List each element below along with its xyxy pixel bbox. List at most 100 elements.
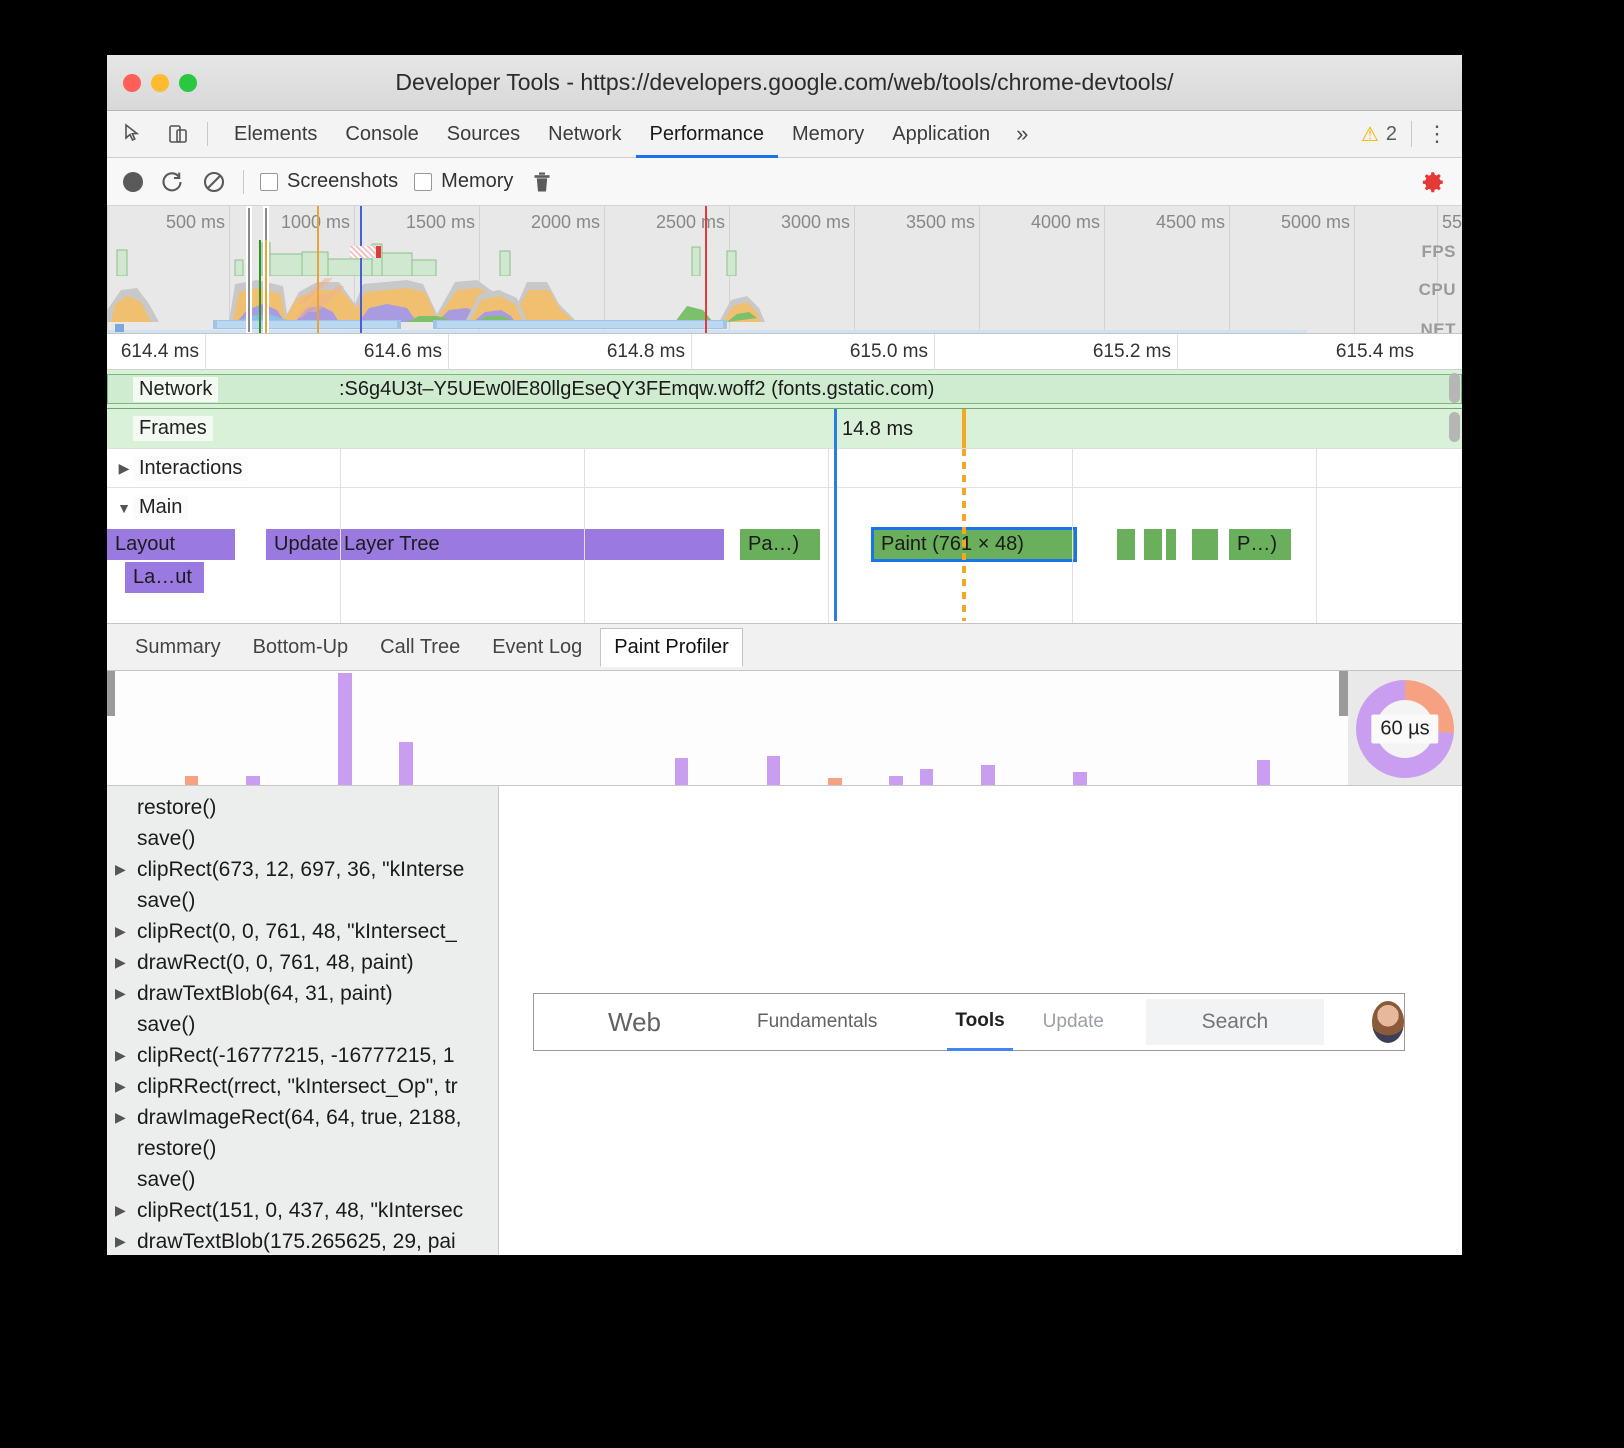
track-main[interactable]: ▼ Main — [107, 488, 1462, 527]
inspect-element-icon[interactable] — [117, 117, 151, 151]
device-toolbar-icon[interactable] — [161, 117, 195, 151]
timeline-overview[interactable]: 500 ms 1000 ms 1500 ms 2000 ms 2500 ms 3… — [107, 206, 1462, 334]
minimize-window-button[interactable] — [151, 74, 169, 92]
paint-op-row[interactable]: ▶clipRRect(rrect, "kIntersect_Op", tr — [107, 1071, 498, 1102]
chevron-right-icon[interactable]: ▶ — [115, 861, 137, 878]
paint-op-list[interactable]: ▶restore()▶save()▶clipRect(673, 12, 697,… — [107, 786, 499, 1255]
tab-performance[interactable]: Performance — [636, 111, 779, 158]
histogram-bar[interactable] — [981, 765, 995, 785]
paint-op-label: drawTextBlob(64, 31, paint) — [137, 982, 393, 1006]
track-interactions[interactable]: ▶ Interactions — [107, 449, 1462, 488]
flame-bar-paint-1[interactable] — [1117, 529, 1135, 560]
memory-label: Memory — [441, 170, 513, 193]
histogram-bar[interactable] — [185, 776, 199, 785]
overview-selection-handle-left[interactable] — [246, 206, 252, 334]
tab-console[interactable]: Console — [331, 111, 432, 158]
histogram-bar[interactable] — [1257, 760, 1271, 785]
histogram-bar[interactable] — [920, 769, 934, 785]
paint-op-row[interactable]: ▶drawImageRect(64, 64, true, 2188, — [107, 1102, 498, 1133]
paint-op-row[interactable]: ▶drawTextBlob(64, 31, paint) — [107, 978, 498, 1009]
checkbox-box[interactable] — [414, 173, 432, 191]
chevron-right-icon[interactable]: ▶ — [115, 1078, 137, 1095]
flame-bar-paint-selected[interactable]: Paint (761 × 48) — [873, 529, 1075, 560]
clear-icon[interactable] — [201, 169, 227, 195]
paint-op-row[interactable]: ▶restore() — [107, 792, 498, 823]
tab-call-tree[interactable]: Call Tree — [366, 629, 474, 666]
reload-and-record-icon[interactable] — [159, 169, 185, 195]
chevron-right-icon[interactable]: ▶ — [115, 1109, 137, 1126]
tab-memory[interactable]: Memory — [778, 111, 878, 158]
histogram-bar[interactable] — [246, 776, 260, 785]
chevron-right-icon[interactable]: ▶ — [115, 1202, 137, 1219]
flame-bar-paint-4[interactable] — [1192, 529, 1218, 560]
tabstrip-right-controls: ⚠ 2 ⋮ — [1361, 121, 1462, 147]
paint-op-row[interactable]: ▶restore() — [107, 1133, 498, 1164]
chevron-down-icon[interactable]: ▼ — [115, 500, 133, 516]
warning-badge[interactable]: ⚠ 2 — [1361, 122, 1397, 147]
track-frames[interactable]: ▶ Frames 14.8 ms — [107, 409, 1462, 449]
tab-application[interactable]: Application — [878, 111, 1004, 158]
close-window-button[interactable] — [123, 74, 141, 92]
paint-op-row[interactable]: ▶save() — [107, 885, 498, 916]
histogram-bar[interactable] — [767, 756, 781, 785]
paint-op-row[interactable]: ▶save() — [107, 823, 498, 854]
chevron-right-icon[interactable]: ▶ — [115, 985, 137, 1002]
paint-op-row[interactable]: ▶save() — [107, 1009, 498, 1040]
paint-op-row[interactable]: ▶drawRect(0, 0, 761, 48, paint) — [107, 947, 498, 978]
checkbox-box[interactable] — [260, 173, 278, 191]
histogram-scroll-left[interactable] — [107, 671, 115, 716]
paint-op-row[interactable]: ▶clipRect(-16777215, -16777215, 1 — [107, 1040, 498, 1071]
histogram-bar[interactable] — [828, 778, 842, 785]
chevron-right-icon[interactable]: ▶ — [115, 954, 137, 971]
paint-preview-canvas[interactable]: Web Fundamentals Tools Update Search — [499, 786, 1462, 1255]
chevron-right-icon[interactable]: ▶ — [115, 923, 137, 940]
chevron-right-icon[interactable]: ▶ — [115, 1233, 137, 1250]
maximize-window-button[interactable] — [179, 74, 197, 92]
more-tabs-icon[interactable]: » — [1004, 121, 1040, 147]
vertical-scrollbar[interactable] — [1449, 412, 1460, 442]
chevron-right-icon[interactable]: ▶ — [115, 460, 133, 477]
histogram-bar[interactable] — [889, 776, 903, 785]
histogram-bar[interactable] — [675, 758, 689, 785]
histogram-bar[interactable] — [399, 742, 413, 785]
main-flame-chart[interactable]: Layout Update Layer Tree Pa…) Paint (761… — [107, 527, 1462, 623]
record-button[interactable] — [123, 172, 143, 192]
flame-bar-paint-5[interactable]: P…) — [1229, 529, 1291, 560]
histogram-bars[interactable] — [115, 671, 1340, 785]
donut-total-label: 60 µs — [1371, 714, 1438, 743]
histogram-bar[interactable] — [1073, 772, 1087, 785]
track-network[interactable]: ▶ Network :S6g4U3t–Y5UEw0lE80llgEseQY3FE… — [107, 370, 1462, 409]
flame-bar-layout-child[interactable]: La…ut — [125, 562, 204, 593]
flame-bar-paint-short[interactable]: Pa…) — [740, 529, 820, 560]
vertical-scrollbar[interactable] — [1449, 373, 1460, 403]
tab-network[interactable]: Network — [534, 111, 635, 158]
memory-checkbox[interactable]: Memory — [414, 170, 513, 193]
paint-op-row[interactable]: ▶clipRect(673, 12, 697, 36, "kInterse — [107, 854, 498, 885]
paint-op-row[interactable]: ▶clipRect(151, 0, 437, 48, "kIntersec — [107, 1195, 498, 1226]
flame-bar-update-layer-tree[interactable]: Update Layer Tree — [266, 529, 724, 560]
screenshots-checkbox[interactable]: Screenshots — [260, 170, 398, 193]
more-vertical-icon[interactable]: ⋮ — [1426, 127, 1448, 140]
flame-bar-paint-3[interactable] — [1166, 529, 1176, 560]
histogram-bar[interactable] — [338, 673, 352, 785]
paint-op-row[interactable]: ▶clipRect(0, 0, 761, 48, "kIntersect_ — [107, 916, 498, 947]
tab-paint-profiler[interactable]: Paint Profiler — [600, 628, 743, 667]
tab-sources[interactable]: Sources — [433, 111, 534, 158]
paint-op-row[interactable]: ▶drawTextBlob(175.265625, 29, pai — [107, 1226, 498, 1255]
trash-icon[interactable] — [529, 169, 555, 195]
tab-summary[interactable]: Summary — [121, 629, 235, 666]
chevron-right-icon[interactable]: ▶ — [115, 1047, 137, 1064]
paint-op-label: clipRect(-16777215, -16777215, 1 — [137, 1044, 455, 1068]
flame-bar-layout[interactable]: Layout — [107, 529, 235, 560]
tab-elements[interactable]: Elements — [220, 111, 331, 158]
gear-icon[interactable] — [1420, 169, 1446, 195]
tab-bottom-up[interactable]: Bottom-Up — [239, 629, 363, 666]
paint-op-row[interactable]: ▶save() — [107, 1164, 498, 1195]
paint-profiler-histogram[interactable]: 60 µs — [107, 671, 1462, 786]
histogram-scroll-right[interactable] — [1339, 671, 1348, 716]
cpu-band — [107, 274, 1462, 322]
window-traffic-lights[interactable] — [123, 74, 197, 92]
overview-marker-orange — [317, 206, 319, 334]
flame-bar-paint-2[interactable] — [1144, 529, 1162, 560]
tab-event-log[interactable]: Event Log — [478, 629, 596, 666]
